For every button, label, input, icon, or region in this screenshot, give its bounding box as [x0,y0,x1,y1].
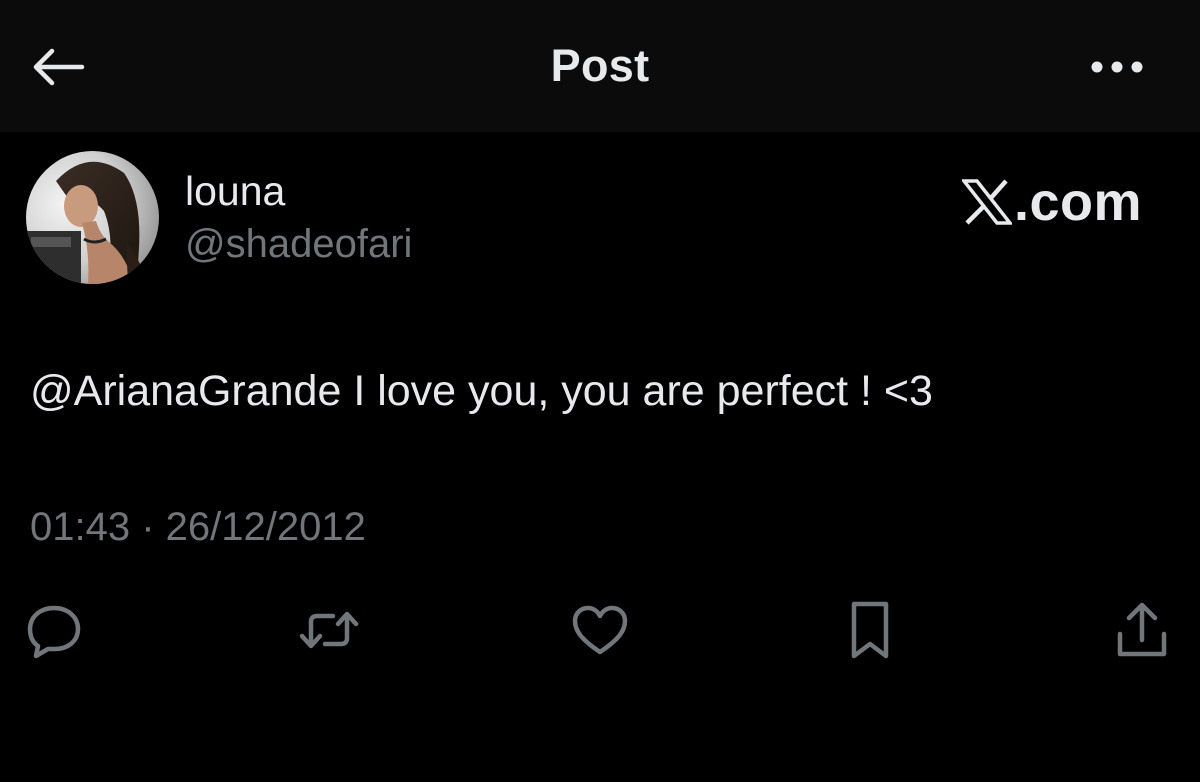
more-options-button[interactable] [1082,44,1152,90]
post-timestamp[interactable]: 01:43 · 26/12/2012 [30,505,366,550]
repost-icon [299,611,359,649]
profile-avatar [26,151,159,284]
x-logo-icon [962,179,1012,225]
author-display-name[interactable]: louna [185,168,285,215]
page-title: Post [550,40,650,91]
author-handle[interactable]: @shadeofari [185,222,412,267]
share-icon [1117,602,1167,657]
repost-button[interactable] [297,598,361,662]
top-navigation-bar: Post [0,0,1200,132]
more-horizontal-icon [1091,61,1143,73]
heart-icon [572,605,628,655]
post-text: @ArianaGrande I love you, you are perfec… [30,367,933,415]
bookmark-button[interactable] [838,598,902,662]
reply-icon [27,605,81,659]
bookmark-icon [851,601,889,659]
author-avatar[interactable] [26,151,159,284]
like-button[interactable] [568,598,632,662]
brand-text: .com [1014,172,1143,232]
reply-button[interactable] [22,598,86,662]
share-button[interactable] [1110,598,1174,662]
brand-watermark: .com [962,170,1142,234]
